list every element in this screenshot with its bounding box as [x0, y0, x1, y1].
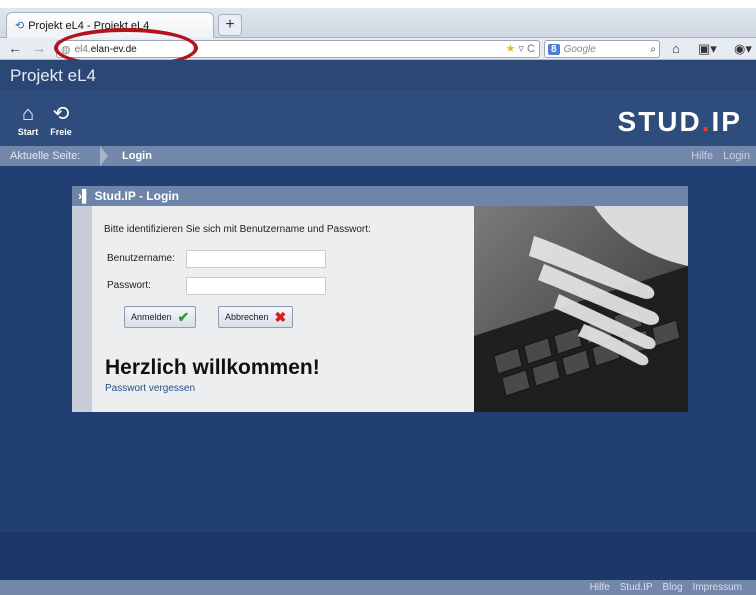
nav-freie[interactable]: ⟲ Freie	[46, 104, 76, 137]
login-title-icon: ›▌	[78, 189, 91, 203]
login-intro-text: Bitte identifizieren Sie sich mit Benutz…	[104, 224, 371, 235]
nav-freie-label: Freie	[50, 127, 72, 137]
welcome-heading: Herzlich willkommen!	[105, 356, 320, 379]
checkmark-icon: ✔	[177, 308, 190, 325]
bookmarks-icon[interactable]: ▣▾	[698, 41, 717, 57]
keyboard-hands-photo	[474, 206, 688, 412]
login-box: ›▌ Stud.IP - Login Bitte identifizieren …	[72, 186, 688, 412]
search-placeholder: Google	[563, 43, 596, 55]
breadcrumb-current: Login	[122, 150, 152, 162]
username-field[interactable]	[186, 250, 326, 268]
home-browser-icon[interactable]: ⌂	[672, 41, 680, 56]
breadcrumb: Aktuelle Seite: Login Hilfe Login	[0, 146, 756, 166]
login-title-text: Stud.IP - Login	[94, 189, 179, 203]
nav-start[interactable]: ⌂ Start	[13, 104, 43, 137]
breadcrumb-links: Hilfe Login	[681, 150, 750, 162]
password-label: Passwort:	[107, 280, 151, 291]
footer-link-studip[interactable]: Stud.IP	[620, 582, 653, 593]
logo-dot: .	[701, 106, 712, 137]
login-box-title: ›▌ Stud.IP - Login	[72, 186, 688, 206]
login-link[interactable]: Login	[723, 150, 750, 162]
login-button[interactable]: Anmelden ✔	[124, 306, 197, 328]
forward-arrow-icon[interactable]: →	[32, 40, 46, 56]
new-tab-button[interactable]: +	[218, 14, 242, 36]
footer-link-impressum[interactable]: Impressum	[693, 582, 742, 593]
help-link[interactable]: Hilfe	[691, 150, 713, 162]
logo-text: STUD	[617, 106, 702, 137]
addon-icon[interactable]: ◉▾	[734, 41, 752, 57]
footer-link-hilfe[interactable]: Hilfe	[590, 582, 610, 593]
footer: Hilfe Stud.IP Blog Impressum	[0, 580, 756, 595]
logo-suffix: IP	[711, 106, 742, 137]
password-field[interactable]	[186, 277, 326, 295]
url-tools: ★ ▿ C	[505, 43, 535, 55]
main-lower-band	[0, 532, 756, 580]
breadcrumb-label: Aktuelle Seite:	[10, 150, 81, 162]
footer-link-blog[interactable]: Blog	[663, 582, 683, 593]
breadcrumb-separator	[100, 146, 108, 166]
magnifier-icon[interactable]: ⌕	[650, 44, 656, 55]
search-bar[interactable]: 8 Google ⌕	[544, 40, 660, 58]
nav-iconbar: ⌂ Start ⟲ Freie STUD.IP	[0, 90, 756, 146]
keyboard-photo-svg	[474, 206, 688, 412]
bookmark-star-icon[interactable]: ★	[506, 43, 516, 55]
forgot-password-link[interactable]: Passwort vergessen	[105, 383, 195, 394]
login-left-strip	[72, 206, 92, 412]
back-arrow-icon[interactable]: ←	[8, 40, 22, 56]
studip-favicon-icon: ⟲	[15, 20, 25, 32]
reload-icon[interactable]: C	[527, 43, 535, 55]
cancel-button-label: Abbrechen	[225, 312, 269, 322]
google-engine-icon[interactable]: 8	[548, 43, 560, 55]
username-label: Benutzername:	[107, 253, 175, 264]
free-icon: ⟲	[52, 103, 70, 125]
cancel-button[interactable]: Abbrechen ✖	[218, 306, 294, 328]
home-icon: ⌂	[21, 103, 35, 125]
login-button-label: Anmelden	[131, 312, 172, 322]
cross-icon: ✖	[274, 308, 287, 325]
nav-start-label: Start	[17, 127, 39, 137]
site-title: Projekt eL4	[0, 60, 756, 90]
studip-logo[interactable]: STUD.IP	[618, 106, 742, 138]
